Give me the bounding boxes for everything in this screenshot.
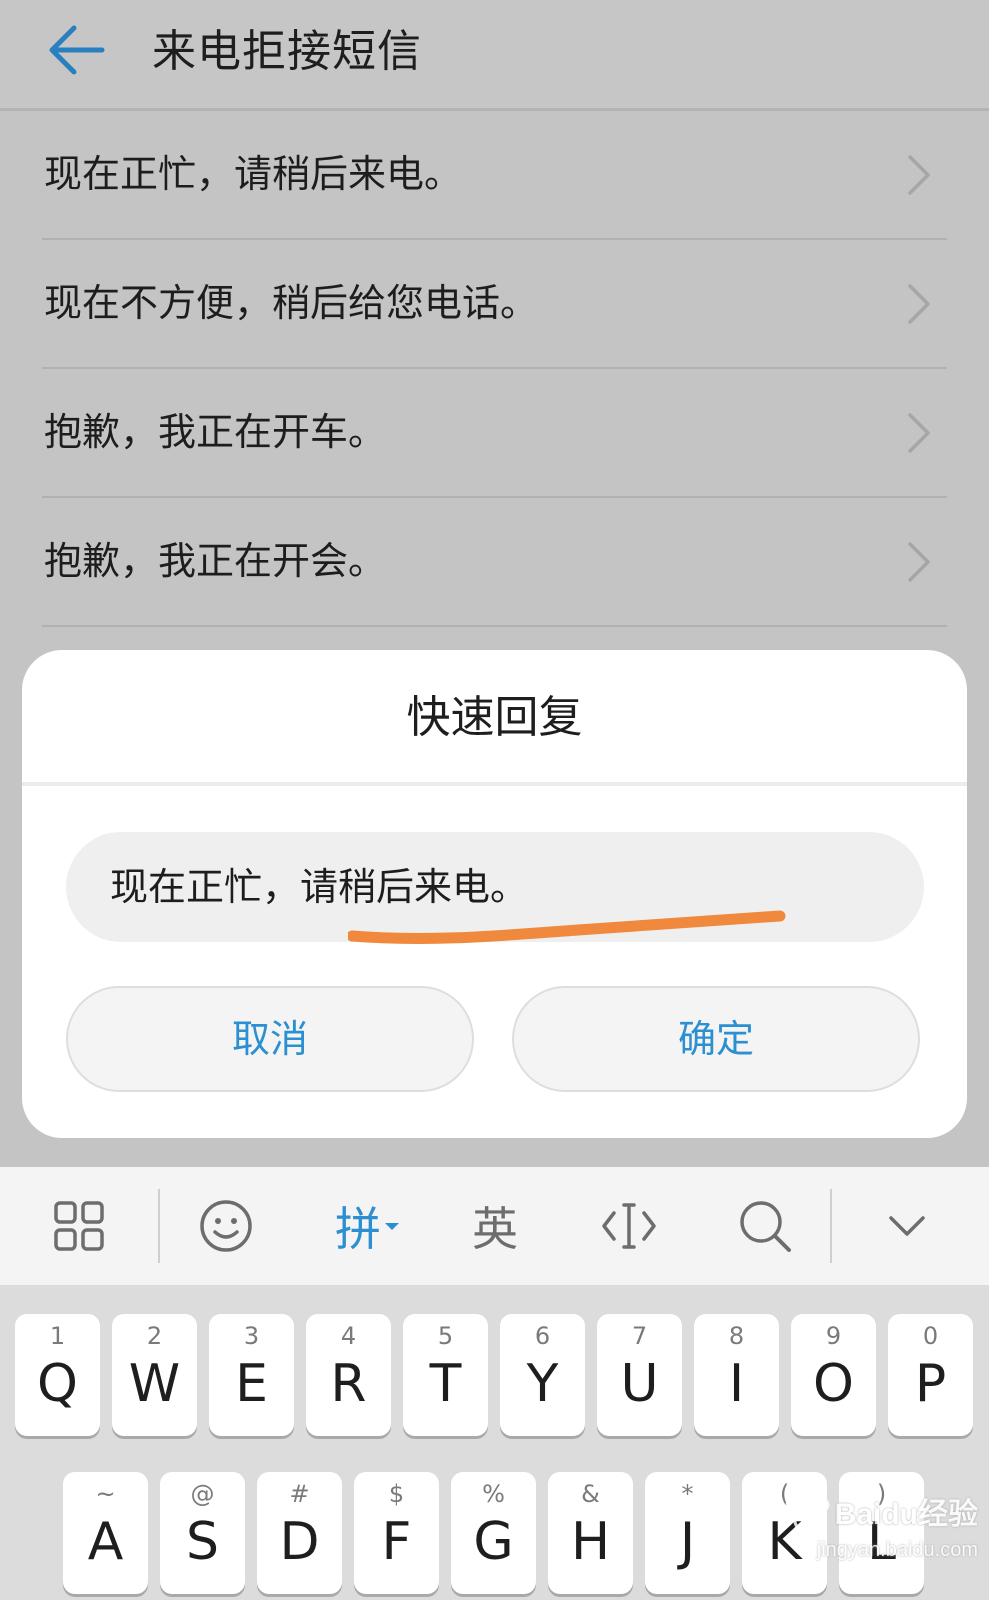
pinyin-label: 拼 bbox=[335, 1202, 381, 1256]
key-secondary: 9 bbox=[825, 1322, 842, 1350]
key-s[interactable]: @ S bbox=[160, 1472, 245, 1594]
key-primary: H bbox=[570, 1512, 611, 1572]
key-w[interactable]: 2W bbox=[112, 1314, 197, 1436]
key-primary: S bbox=[185, 1512, 219, 1572]
key-primary: Y bbox=[526, 1354, 559, 1414]
key-h[interactable]: & H bbox=[548, 1472, 633, 1594]
emoji-button[interactable] bbox=[183, 1167, 269, 1285]
key-t[interactable]: 5T bbox=[403, 1314, 488, 1436]
key-primary: T bbox=[429, 1354, 462, 1414]
keyboard-menu-button[interactable] bbox=[38, 1167, 120, 1285]
list-item[interactable]: 现在正忙，请稍后来电。 bbox=[42, 111, 947, 240]
search-icon bbox=[740, 1201, 791, 1252]
back-button[interactable] bbox=[40, 18, 112, 82]
toolbar-separator bbox=[830, 1189, 832, 1263]
key-y[interactable]: 6Y bbox=[500, 1314, 585, 1436]
chevron-right-icon bbox=[908, 284, 930, 324]
key-primary: O bbox=[813, 1354, 854, 1414]
key-primary: F bbox=[381, 1512, 412, 1572]
key-primary: P bbox=[914, 1354, 947, 1414]
key-secondary: 7 bbox=[631, 1322, 648, 1350]
chevron-right-icon bbox=[908, 155, 930, 195]
emoji-icon bbox=[200, 1200, 252, 1252]
list-item[interactable]: 抱歉，我正在开会。 bbox=[42, 498, 947, 627]
key-primary: I bbox=[728, 1354, 745, 1414]
key-secondary: 2 bbox=[146, 1322, 163, 1350]
key-secondary: 6 bbox=[534, 1322, 551, 1350]
confirm-button[interactable]: 确定 bbox=[512, 986, 920, 1092]
key-secondary: $ bbox=[388, 1480, 405, 1508]
key-primary: J bbox=[679, 1512, 696, 1572]
key-r[interactable]: 4R bbox=[306, 1314, 391, 1436]
key-secondary: & bbox=[581, 1480, 600, 1508]
key-q[interactable]: 1Q bbox=[15, 1314, 100, 1436]
key-p[interactable]: 0P bbox=[888, 1314, 973, 1436]
app-bar: 来电拒接短信 bbox=[0, 0, 989, 111]
key-secondary: 1 bbox=[49, 1322, 66, 1350]
key-u[interactable]: 7U bbox=[597, 1314, 682, 1436]
english-label: 英 bbox=[472, 1202, 518, 1256]
key-d[interactable]: # D bbox=[257, 1472, 342, 1594]
key-o[interactable]: 9O bbox=[791, 1314, 876, 1436]
key-primary: E bbox=[235, 1354, 268, 1414]
english-mode-button[interactable]: 英 bbox=[452, 1167, 538, 1285]
key-secondary: % bbox=[482, 1480, 505, 1508]
pinyin-mode-button[interactable]: 拼 bbox=[322, 1167, 414, 1285]
reply-message-list: 现在正忙，请稍后来电。 现在不方便，稍后给您电话。 抱歉，我正在开车。 抱歉，我… bbox=[0, 111, 989, 627]
key-secondary: 4 bbox=[340, 1322, 357, 1350]
watermark-brand: Baidu经验 bbox=[834, 1498, 978, 1531]
chevron-right-icon bbox=[908, 542, 930, 582]
quick-reply-dialog: 快速回复 现在正忙，请稍后来电。 取消 确定 bbox=[22, 650, 967, 1138]
search-button[interactable] bbox=[720, 1167, 810, 1285]
key-g[interactable]: % G bbox=[451, 1472, 536, 1594]
key-secondary: 3 bbox=[243, 1322, 260, 1350]
dialog-title: 快速回复 bbox=[406, 692, 583, 743]
key-i[interactable]: 8I bbox=[694, 1314, 779, 1436]
hide-keyboard-button[interactable] bbox=[862, 1167, 952, 1285]
cancel-button[interactable]: 取消 bbox=[66, 986, 474, 1092]
key-secondary: 0 bbox=[922, 1322, 939, 1350]
key-primary: D bbox=[279, 1512, 320, 1572]
list-item-text: 现在正忙，请稍后来电。 bbox=[44, 152, 463, 196]
highlight-underline bbox=[348, 910, 786, 944]
key-primary: R bbox=[330, 1354, 367, 1414]
key-a[interactable]: ~ A bbox=[63, 1472, 148, 1594]
grid-icon bbox=[54, 1201, 104, 1251]
key-secondary: 5 bbox=[437, 1322, 454, 1350]
key-secondary: * bbox=[681, 1480, 694, 1508]
watermark-url: jingyan.baidu.com bbox=[816, 1539, 978, 1561]
page-title: 来电拒接短信 bbox=[152, 26, 422, 77]
key-secondary: 8 bbox=[728, 1322, 745, 1350]
key-primary: A bbox=[87, 1512, 124, 1572]
key-primary: W bbox=[128, 1354, 181, 1414]
list-item[interactable]: 现在不方便，稍后给您电话。 bbox=[42, 240, 947, 369]
key-secondary: # bbox=[289, 1480, 310, 1508]
key-primary: U bbox=[620, 1354, 659, 1414]
toolbar-separator bbox=[158, 1189, 160, 1263]
key-primary: Q bbox=[37, 1354, 78, 1414]
dialog-divider bbox=[22, 782, 967, 786]
caret-down-icon bbox=[385, 1223, 399, 1230]
key-f[interactable]: $ F bbox=[354, 1472, 439, 1594]
back-arrow-icon bbox=[49, 25, 105, 75]
chevron-down-icon bbox=[889, 1216, 925, 1236]
key-primary: G bbox=[473, 1512, 514, 1572]
list-item-text: 抱歉，我正在开车。 bbox=[44, 410, 387, 454]
list-item-text: 抱歉，我正在开会。 bbox=[44, 539, 387, 583]
cursor-control-button[interactable] bbox=[584, 1167, 674, 1285]
cursor-icon bbox=[602, 1203, 656, 1249]
chevron-right-icon bbox=[908, 413, 930, 453]
keyboard-toolbar: 拼 英 bbox=[0, 1167, 989, 1285]
key-secondary: @ bbox=[190, 1480, 215, 1508]
key-e[interactable]: 3E bbox=[209, 1314, 294, 1436]
list-item-text: 现在不方便，稍后给您电话。 bbox=[44, 281, 539, 325]
key-secondary: ~ bbox=[95, 1480, 116, 1508]
list-item[interactable]: 抱歉，我正在开车。 bbox=[42, 369, 947, 498]
baidu-watermark: Baidu经验 jingyan.baidu.com bbox=[752, 1475, 982, 1585]
key-j[interactable]: * J bbox=[645, 1472, 730, 1594]
